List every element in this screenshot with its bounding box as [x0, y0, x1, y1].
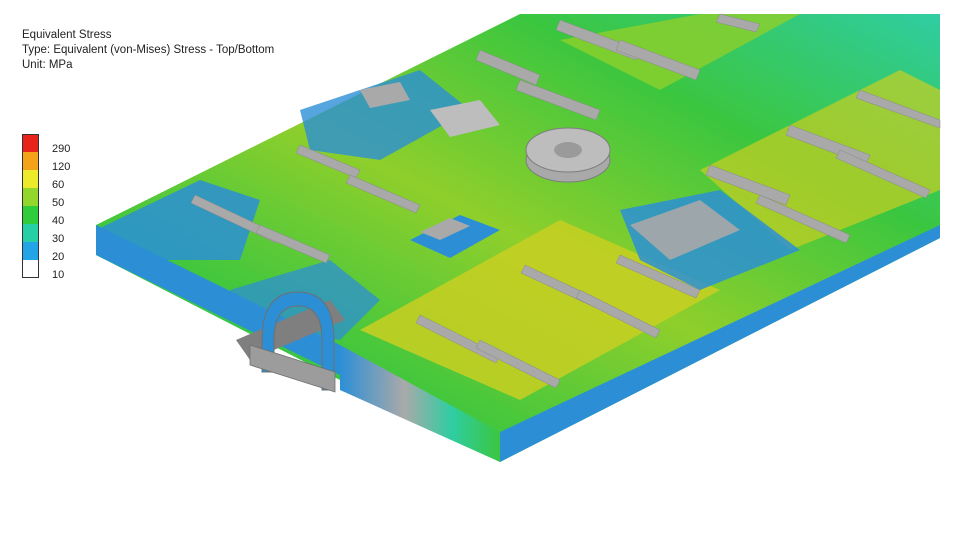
legend-row: 10 [22, 260, 102, 281]
legend-swatch [22, 188, 39, 206]
result-type: Type: Equivalent (von-Mises) Stress - To… [22, 44, 275, 56]
fea-result-viewport[interactable]: Equivalent Stress Type: Equivalent (von-… [0, 0, 953, 559]
legend-row: 30 [22, 224, 102, 245]
legend-swatch [22, 152, 39, 170]
legend-row: 50 [22, 188, 102, 209]
legend-row: 60 [22, 170, 102, 191]
legend-swatch [22, 170, 39, 188]
result-title: Equivalent Stress [22, 29, 112, 41]
legend-swatch [22, 206, 39, 224]
legend-swatch [22, 260, 39, 278]
result-info-block: Equivalent Stress Type: Equivalent (von-… [22, 28, 274, 73]
legend-row: 290 [22, 134, 102, 155]
legend-row: 120 [22, 152, 102, 173]
legend-swatch [22, 134, 39, 152]
legend-row: 20 [22, 242, 102, 263]
chassis-stress-model[interactable] [0, 0, 953, 559]
legend-swatch [22, 224, 39, 242]
result-unit: Unit: MPa [22, 59, 73, 71]
legend-swatch [22, 242, 39, 260]
stress-legend[interactable]: 290 120 60 50 40 30 20 10 [22, 134, 102, 281]
legend-label: 10 [52, 269, 65, 281]
legend-row: 40 [22, 206, 102, 227]
kingpin-boss [525, 127, 611, 183]
